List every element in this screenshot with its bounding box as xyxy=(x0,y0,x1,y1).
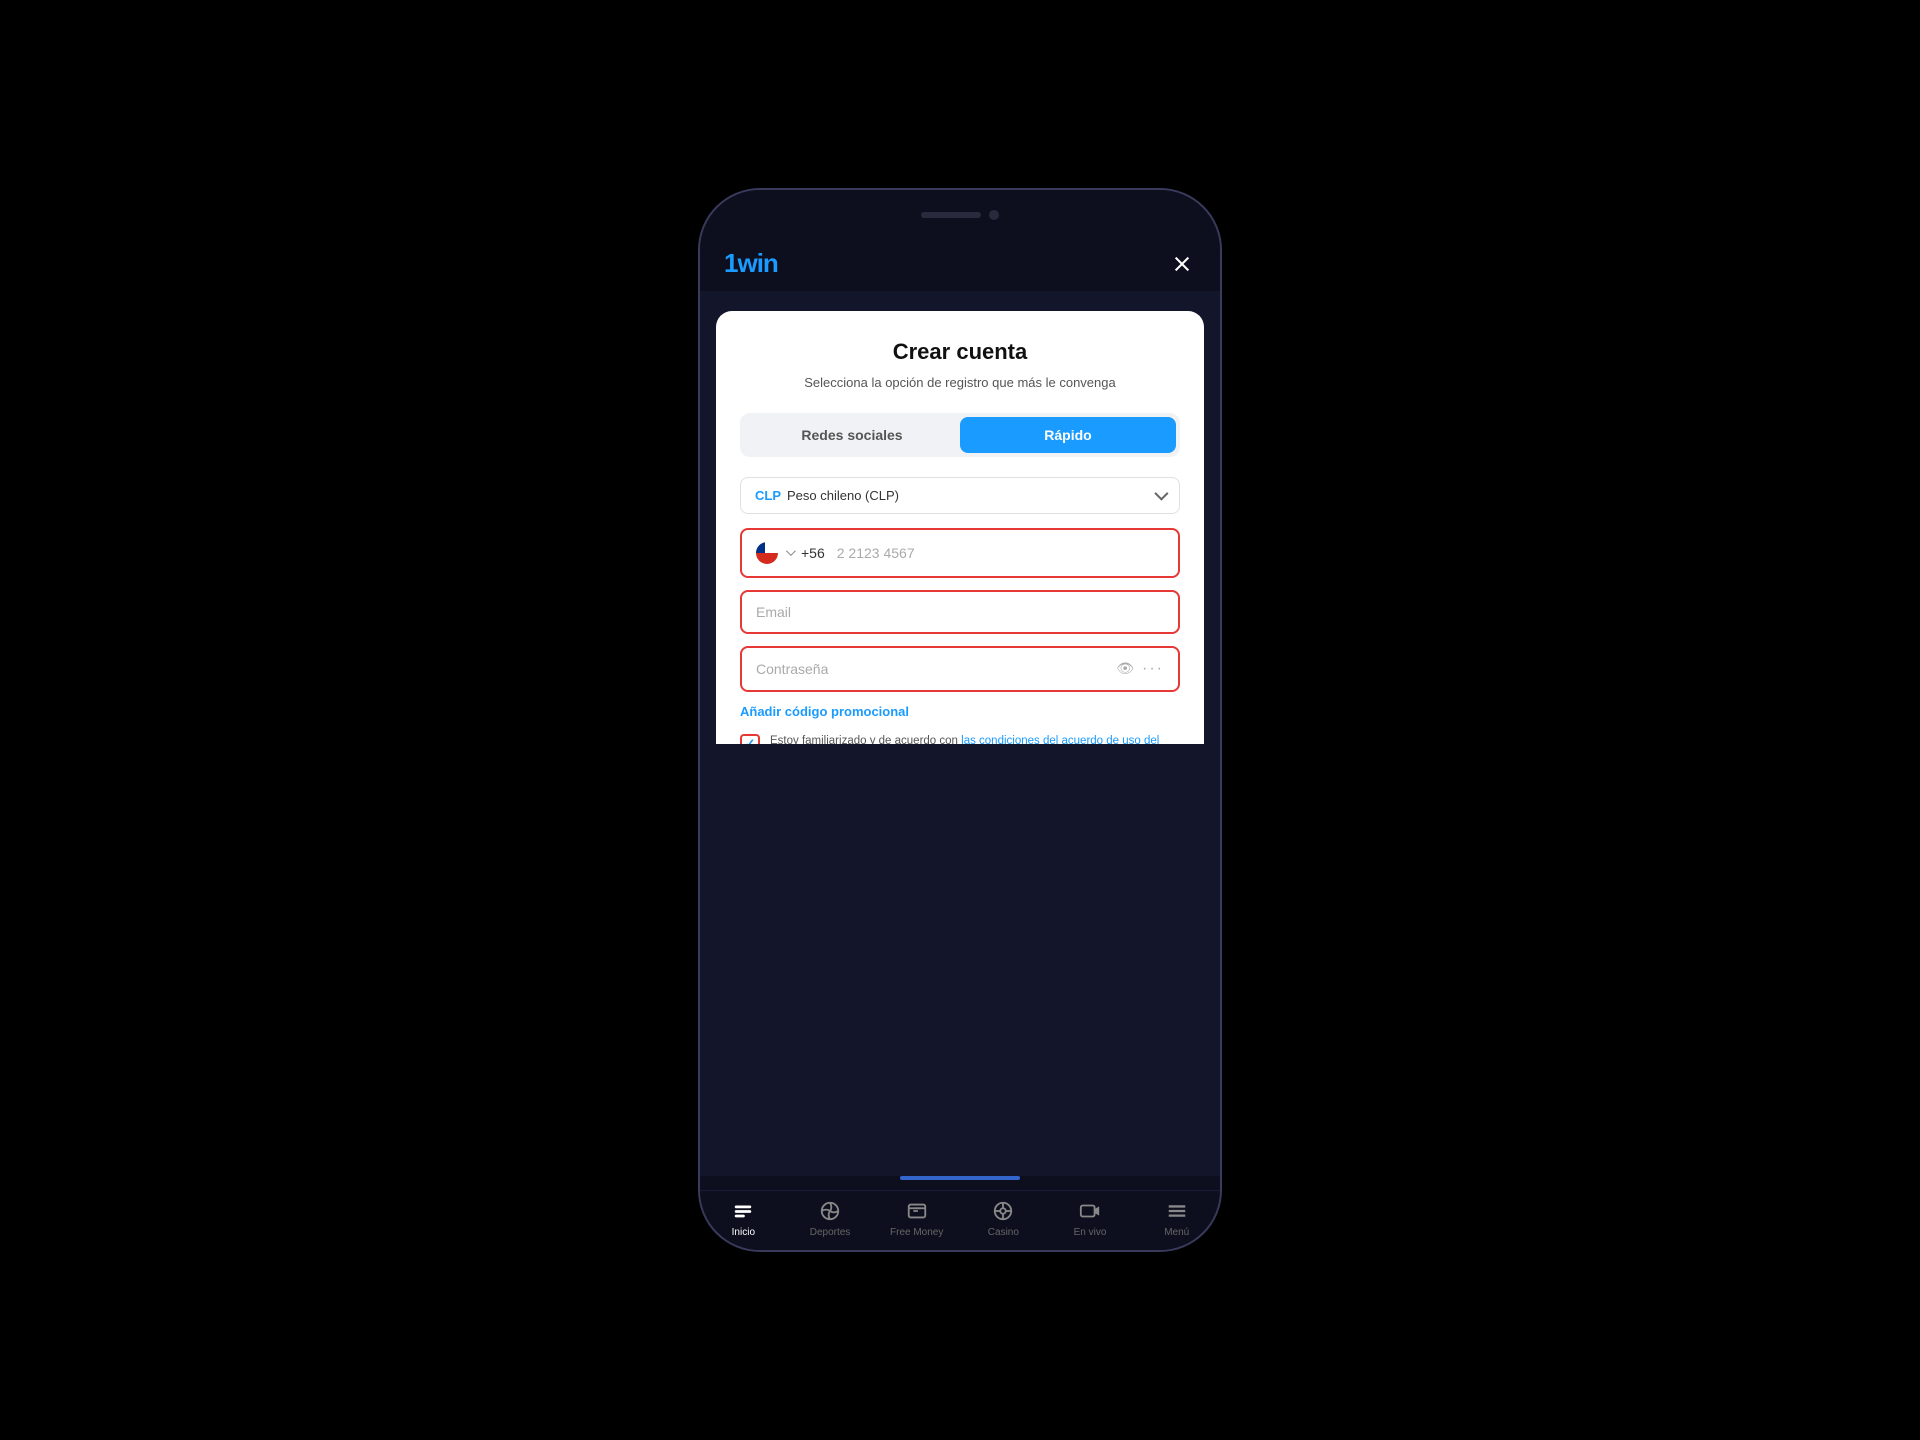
currency-name: Peso chileno (CLP) xyxy=(787,488,899,503)
live-icon xyxy=(1078,1199,1102,1223)
modal-subtitle: Selecciona la opción de registro que más… xyxy=(804,373,1115,393)
bottom-navigation: Inicio Deportes Free Money xyxy=(700,1190,1220,1250)
nav-item-live[interactable]: En vivo xyxy=(1047,1199,1134,1238)
tab-social-networks[interactable]: Redes sociales xyxy=(744,417,960,453)
checkbox-check-icon: ✓ xyxy=(745,736,756,744)
email-input[interactable] xyxy=(756,604,1164,620)
nav-item-casino[interactable]: Casino xyxy=(960,1199,1047,1238)
terms-row: ✓ Estoy familiarizado y de acuerdo con l… xyxy=(740,733,1180,744)
notch-speaker xyxy=(921,212,981,218)
nav-label-sports: Deportes xyxy=(810,1227,851,1238)
promo-code-link[interactable]: Añadir código promocional xyxy=(740,704,1180,719)
registration-tabs: Redes sociales Rápido xyxy=(740,413,1180,457)
currency-label: CLP Peso chileno (CLP) xyxy=(755,488,899,503)
currency-code: CLP xyxy=(755,488,781,503)
email-input-field xyxy=(740,590,1180,634)
close-button[interactable] xyxy=(1168,250,1196,278)
country-flag-chile xyxy=(756,542,778,564)
bottom-spacer xyxy=(700,744,1220,1177)
nav-item-menu[interactable]: Menú xyxy=(1133,1199,1220,1238)
phone-prefix: +56 xyxy=(801,545,825,561)
password-icons: 👁 ··· xyxy=(1116,660,1164,678)
logo-text-win: win xyxy=(737,248,777,278)
terms-prefix: Estoy familiarizado y de acuerdo con xyxy=(770,735,961,744)
phone-notch xyxy=(895,200,1025,230)
casino-icon xyxy=(991,1199,1015,1223)
modal-title: Crear cuenta xyxy=(893,339,1028,365)
home-indicator-area xyxy=(700,1176,1220,1190)
nav-label-home: Inicio xyxy=(732,1227,755,1238)
phone-frame: 1win Crear cuenta Selecciona la opción d… xyxy=(700,190,1220,1250)
password-input-field: 👁 ··· xyxy=(740,646,1180,692)
terms-text: Estoy familiarizado y de acuerdo con las… xyxy=(770,733,1180,744)
register-modal: Crear cuenta Selecciona la opción de reg… xyxy=(716,311,1204,744)
flag-blue-square xyxy=(756,542,765,553)
terms-checkbox[interactable]: ✓ xyxy=(740,734,760,744)
home-icon xyxy=(731,1199,755,1223)
nav-item-free-money[interactable]: Free Money xyxy=(873,1199,960,1238)
home-indicator-bar xyxy=(900,1176,1020,1180)
password-dots-icon: ··· xyxy=(1142,660,1164,678)
nav-label-free-money: Free Money xyxy=(890,1227,943,1238)
nav-label-live: En vivo xyxy=(1074,1227,1107,1238)
flag-red-stripe xyxy=(756,553,778,564)
toggle-password-icon[interactable]: 👁 xyxy=(1116,660,1134,677)
app-header: 1win xyxy=(700,240,1220,291)
tab-fast[interactable]: Rápido xyxy=(960,417,1176,453)
free-money-icon xyxy=(905,1199,929,1223)
currency-selector[interactable]: CLP Peso chileno (CLP) xyxy=(740,477,1180,514)
phone-notch-area xyxy=(700,190,1220,240)
nav-item-sports[interactable]: Deportes xyxy=(787,1199,874,1238)
password-input[interactable] xyxy=(756,661,1108,677)
menu-icon xyxy=(1165,1199,1189,1223)
country-dropdown-icon xyxy=(786,546,796,556)
chevron-down-icon xyxy=(1154,487,1168,501)
nav-label-casino: Casino xyxy=(988,1227,1019,1238)
phone-input-field: +56 xyxy=(740,528,1180,578)
notch-camera xyxy=(989,210,999,220)
phone-content: Crear cuenta Selecciona la opción de reg… xyxy=(700,291,1220,744)
nav-label-menu: Menú xyxy=(1164,1227,1189,1238)
app-logo: 1win xyxy=(724,248,778,279)
nav-item-home[interactable]: Inicio xyxy=(700,1199,787,1238)
sports-icon xyxy=(818,1199,842,1223)
phone-input[interactable] xyxy=(837,545,1164,561)
logo-text-one: 1 xyxy=(724,248,737,278)
